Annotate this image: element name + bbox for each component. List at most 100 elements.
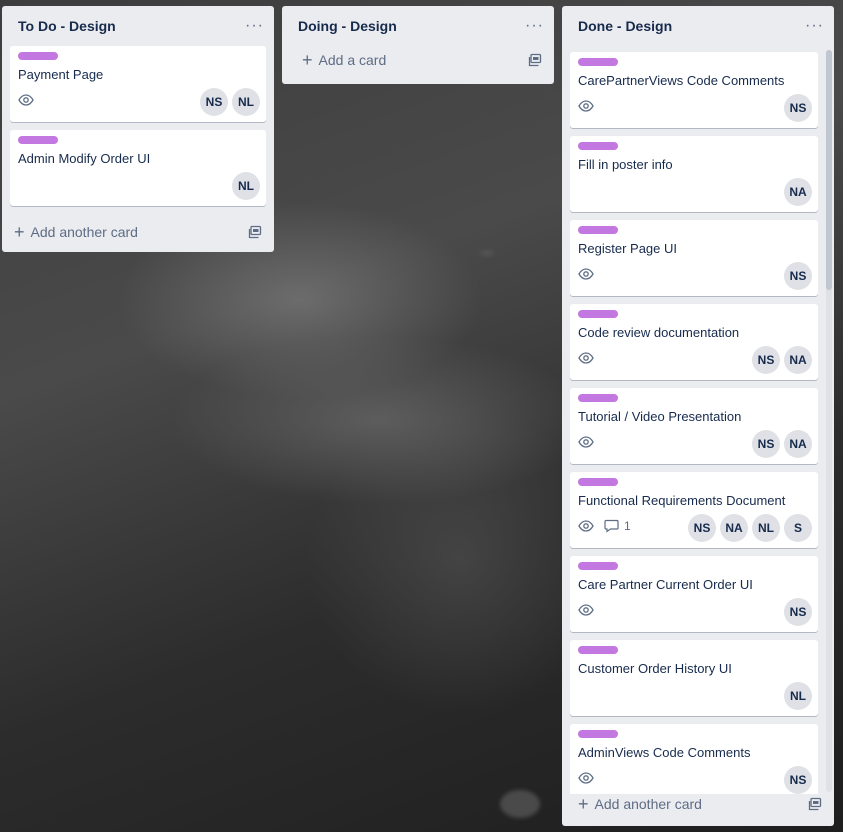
eye-icon bbox=[578, 266, 594, 282]
card-members: NA bbox=[784, 178, 812, 206]
list-title[interactable]: Doing - Design bbox=[298, 18, 397, 34]
avatar[interactable]: NL bbox=[232, 172, 260, 200]
list-menu-icon[interactable]: ··· bbox=[245, 18, 264, 34]
comment-badge: 1 bbox=[604, 519, 631, 533]
avatar[interactable]: NS bbox=[784, 262, 812, 290]
card-label[interactable] bbox=[18, 52, 58, 60]
card-title: Customer Order History UI bbox=[578, 661, 732, 676]
comment-icon bbox=[604, 519, 619, 533]
eye-icon bbox=[578, 98, 594, 114]
card-title: Functional Requirements Document bbox=[578, 493, 786, 508]
card-admin-modify-order-ui[interactable]: Admin Modify Order UI NL bbox=[10, 130, 266, 206]
card-members: NS NA NL S bbox=[688, 514, 812, 542]
list-menu-icon[interactable]: ··· bbox=[525, 18, 544, 34]
list-title[interactable]: Done - Design bbox=[578, 18, 672, 34]
card-label[interactable] bbox=[578, 646, 618, 654]
card-title: AdminViews Code Comments bbox=[578, 745, 751, 760]
card-title: CarePartnerViews Code Comments bbox=[578, 73, 785, 88]
avatar[interactable]: NA bbox=[720, 514, 748, 542]
card-label[interactable] bbox=[18, 136, 58, 144]
add-card-label: Add another card bbox=[594, 796, 702, 812]
avatar[interactable]: NA bbox=[784, 430, 812, 458]
eye-icon bbox=[578, 434, 594, 450]
card-label[interactable] bbox=[578, 142, 618, 150]
card-template-icon[interactable] bbox=[248, 225, 262, 239]
avatar[interactable]: NA bbox=[784, 178, 812, 206]
avatar[interactable]: NL bbox=[232, 88, 260, 116]
card-label[interactable] bbox=[578, 562, 618, 570]
list-menu-icon[interactable]: ··· bbox=[805, 18, 824, 34]
avatar[interactable]: NA bbox=[784, 346, 812, 374]
card-adminviews-code-comments[interactable]: AdminViews Code Comments NS bbox=[570, 724, 818, 794]
card-care-partner-current-order-ui[interactable]: Care Partner Current Order UI NS bbox=[570, 556, 818, 632]
avatar[interactable]: NS bbox=[784, 598, 812, 626]
avatar[interactable]: NS bbox=[752, 430, 780, 458]
card-members: NS bbox=[784, 262, 812, 290]
avatar[interactable]: NS bbox=[688, 514, 716, 542]
card-label[interactable] bbox=[578, 58, 618, 66]
card-badges bbox=[18, 92, 34, 108]
card-members: NS NA bbox=[752, 430, 812, 458]
add-card-label: Add a card bbox=[318, 52, 387, 68]
list-doing-design: Doing - Design ··· + Add a card bbox=[282, 6, 554, 84]
plus-icon: + bbox=[578, 794, 589, 814]
card-badges bbox=[578, 602, 594, 618]
card-badges bbox=[578, 770, 594, 786]
plus-icon: + bbox=[14, 222, 25, 242]
card-badges bbox=[578, 434, 594, 450]
add-card-button[interactable]: + Add another card bbox=[14, 223, 138, 241]
add-card-button[interactable]: + Add another card bbox=[578, 795, 702, 813]
eye-icon bbox=[578, 602, 594, 618]
add-card-button[interactable]: + Add a card bbox=[294, 51, 386, 69]
card-label[interactable] bbox=[578, 730, 618, 738]
avatar[interactable]: NS bbox=[752, 346, 780, 374]
add-card-row: + Add a card bbox=[290, 42, 546, 78]
card-carepartnerviews-code-comments[interactable]: CarePartnerViews Code Comments NS bbox=[570, 52, 818, 128]
card-title: Admin Modify Order UI bbox=[18, 151, 151, 166]
list-to-do-design: To Do - Design ··· Payment Page NS NL Ad… bbox=[2, 6, 274, 252]
list-header[interactable]: Done - Design ··· bbox=[562, 6, 834, 46]
card-title: Register Page UI bbox=[578, 241, 677, 256]
eye-icon bbox=[18, 92, 34, 108]
list-header[interactable]: Doing - Design ··· bbox=[282, 6, 554, 46]
eye-icon bbox=[578, 350, 594, 366]
add-card-row: + Add another card bbox=[574, 786, 826, 822]
avatar[interactable]: NL bbox=[784, 682, 812, 710]
card-members: NS NA bbox=[752, 346, 812, 374]
card-fill-in-poster-info[interactable]: Fill in poster info NA bbox=[570, 136, 818, 212]
list-header[interactable]: To Do - Design ··· bbox=[2, 6, 274, 46]
list-title[interactable]: To Do - Design bbox=[18, 18, 116, 34]
list-done-design: Done - Design ··· CarePartnerViews Code … bbox=[562, 6, 834, 826]
scrollbar-thumb[interactable] bbox=[826, 50, 832, 290]
card-tutorial-video-presentation[interactable]: Tutorial / Video Presentation NS NA bbox=[570, 388, 818, 464]
card-title: Tutorial / Video Presentation bbox=[578, 409, 742, 424]
add-card-label: Add another card bbox=[30, 224, 138, 240]
card-label[interactable] bbox=[578, 394, 618, 402]
card-label[interactable] bbox=[578, 478, 618, 486]
card-template-icon[interactable] bbox=[808, 797, 822, 811]
eye-icon bbox=[578, 518, 594, 534]
avatar[interactable]: S bbox=[784, 514, 812, 542]
card-functional-requirements-document[interactable]: Functional Requirements Document 1 NS NA… bbox=[570, 472, 818, 548]
add-card-row: + Add another card bbox=[10, 214, 266, 250]
card-label[interactable] bbox=[578, 226, 618, 234]
card-payment-page[interactable]: Payment Page NS NL bbox=[10, 46, 266, 122]
card-customer-order-history-ui[interactable]: Customer Order History UI NL bbox=[570, 640, 818, 716]
list-scrollbar[interactable] bbox=[826, 50, 832, 792]
card-members: NL bbox=[232, 172, 260, 200]
eye-icon bbox=[578, 770, 594, 786]
avatar[interactable]: NS bbox=[200, 88, 228, 116]
card-code-review-documentation[interactable]: Code review documentation NS NA bbox=[570, 304, 818, 380]
card-register-page-ui[interactable]: Register Page UI NS bbox=[570, 220, 818, 296]
card-members: NS bbox=[784, 94, 812, 122]
card-template-icon[interactable] bbox=[528, 53, 542, 67]
card-label[interactable] bbox=[578, 310, 618, 318]
card-list[interactable]: CarePartnerViews Code Comments NS Fill i… bbox=[570, 52, 818, 794]
card-members: NS bbox=[784, 598, 812, 626]
avatar[interactable]: NS bbox=[784, 94, 812, 122]
plus-icon: + bbox=[302, 50, 313, 70]
card-badges bbox=[578, 98, 594, 114]
card-title: Fill in poster info bbox=[578, 157, 673, 172]
card-badges bbox=[578, 266, 594, 282]
avatar[interactable]: NL bbox=[752, 514, 780, 542]
